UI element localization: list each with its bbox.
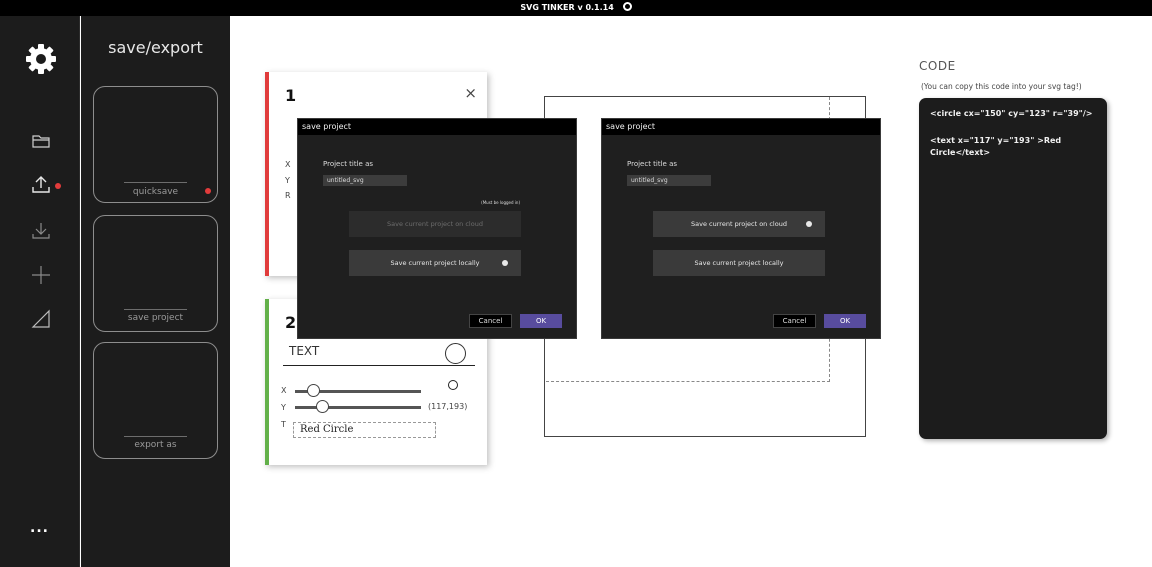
project-title-input[interactable]: untitled_svg [323,175,407,186]
slot-divider [124,436,187,437]
shape-number: 1 [285,86,297,105]
save-local-button[interactable]: Save current project locally [349,250,521,276]
prop-label-y: Y [281,403,286,412]
prop-label-x: X [285,160,291,169]
save-cloud-button[interactable]: Save current project on cloud [653,211,825,237]
project-title-input[interactable]: untitled_svg [627,175,711,186]
selected-dot [502,260,508,266]
save-project-dialog-2: save project Project title as untitled_s… [601,118,881,339]
project-title-label: Project title as [323,160,374,168]
prop-label-r: R [285,191,291,200]
slot-label: export as [134,440,177,450]
text-content-input[interactable]: Red Circle [293,422,436,438]
save-project-dialog-1: save project Project title as untitled_s… [297,118,577,339]
download-icon[interactable] [28,218,54,244]
triangle-icon[interactable] [28,306,54,332]
y-slider-thumb[interactable] [316,400,329,413]
dialog-title: save project [602,119,880,135]
save-local-button[interactable]: Save current project locally [653,250,825,276]
github-icon[interactable] [622,2,632,11]
coordinate-readout: (117,193) [428,402,468,411]
slot-label: save project [127,313,184,323]
app-title: SVG TINKER v 0.1.14 [520,3,614,12]
login-note: (Must be logged in) [481,200,520,205]
code-output[interactable]: <circle cx="150" cy="123" r="39"/> <text… [919,98,1107,439]
circle-preview-icon[interactable] [445,343,466,364]
prop-label-t: T [281,420,286,429]
slot-divider [124,182,187,183]
project-title-label: Project title as [627,160,678,168]
slot-divider [124,309,187,310]
folder-icon[interactable] [28,128,54,154]
save-project-slot[interactable]: save project [93,215,218,332]
more-icon[interactable]: ... [30,520,49,536]
gear-icon[interactable] [24,42,58,76]
y-slider-track[interactable] [295,406,421,409]
code-subtitle: (You can copy this code into your svg ta… [921,82,1082,91]
plus-icon[interactable] [28,262,54,288]
save-export-panel: save/export quicksave save project expor… [81,16,230,567]
export-as-slot[interactable]: export as [93,342,218,459]
prop-label-x: X [281,386,287,395]
selected-dot [806,221,812,227]
ok-button[interactable]: OK [520,314,562,328]
quicksave-slot[interactable]: quicksave [93,86,218,203]
save-cloud-label: Save current project on cloud [691,220,787,228]
x-slider-thumb[interactable] [307,384,320,397]
code-title: CODE [919,59,956,73]
shape-type-label: TEXT [289,344,320,358]
icon-rail: ... [0,16,80,567]
cancel-button[interactable]: Cancel [469,314,512,328]
code-line: Circle</text> [930,148,991,157]
code-line: <circle cx="150" cy="123" r="39"/> [930,109,1093,118]
save-local-label: Save current project locally [390,259,480,267]
panel-title: save/export [108,38,203,57]
dialog-title: save project [298,119,576,135]
upload-icon[interactable] [28,172,54,198]
slot-label: quicksave [132,187,179,197]
save-cloud-button[interactable]: Save current project on cloud [349,211,521,237]
type-underline [283,365,475,366]
ok-button[interactable]: OK [824,314,866,328]
cancel-button[interactable]: Cancel [773,314,816,328]
color-circle-icon[interactable] [448,380,458,390]
prop-label-y: Y [285,176,290,185]
unsaved-indicator [55,183,61,189]
code-line: <text x="117" y="193" >Red [930,136,1062,145]
close-icon[interactable]: × [464,84,477,102]
app-title-bar: SVG TINKER v 0.1.14 [0,0,1152,16]
shape-number: 2 [285,313,297,332]
quicksave-status-dot [205,188,211,194]
